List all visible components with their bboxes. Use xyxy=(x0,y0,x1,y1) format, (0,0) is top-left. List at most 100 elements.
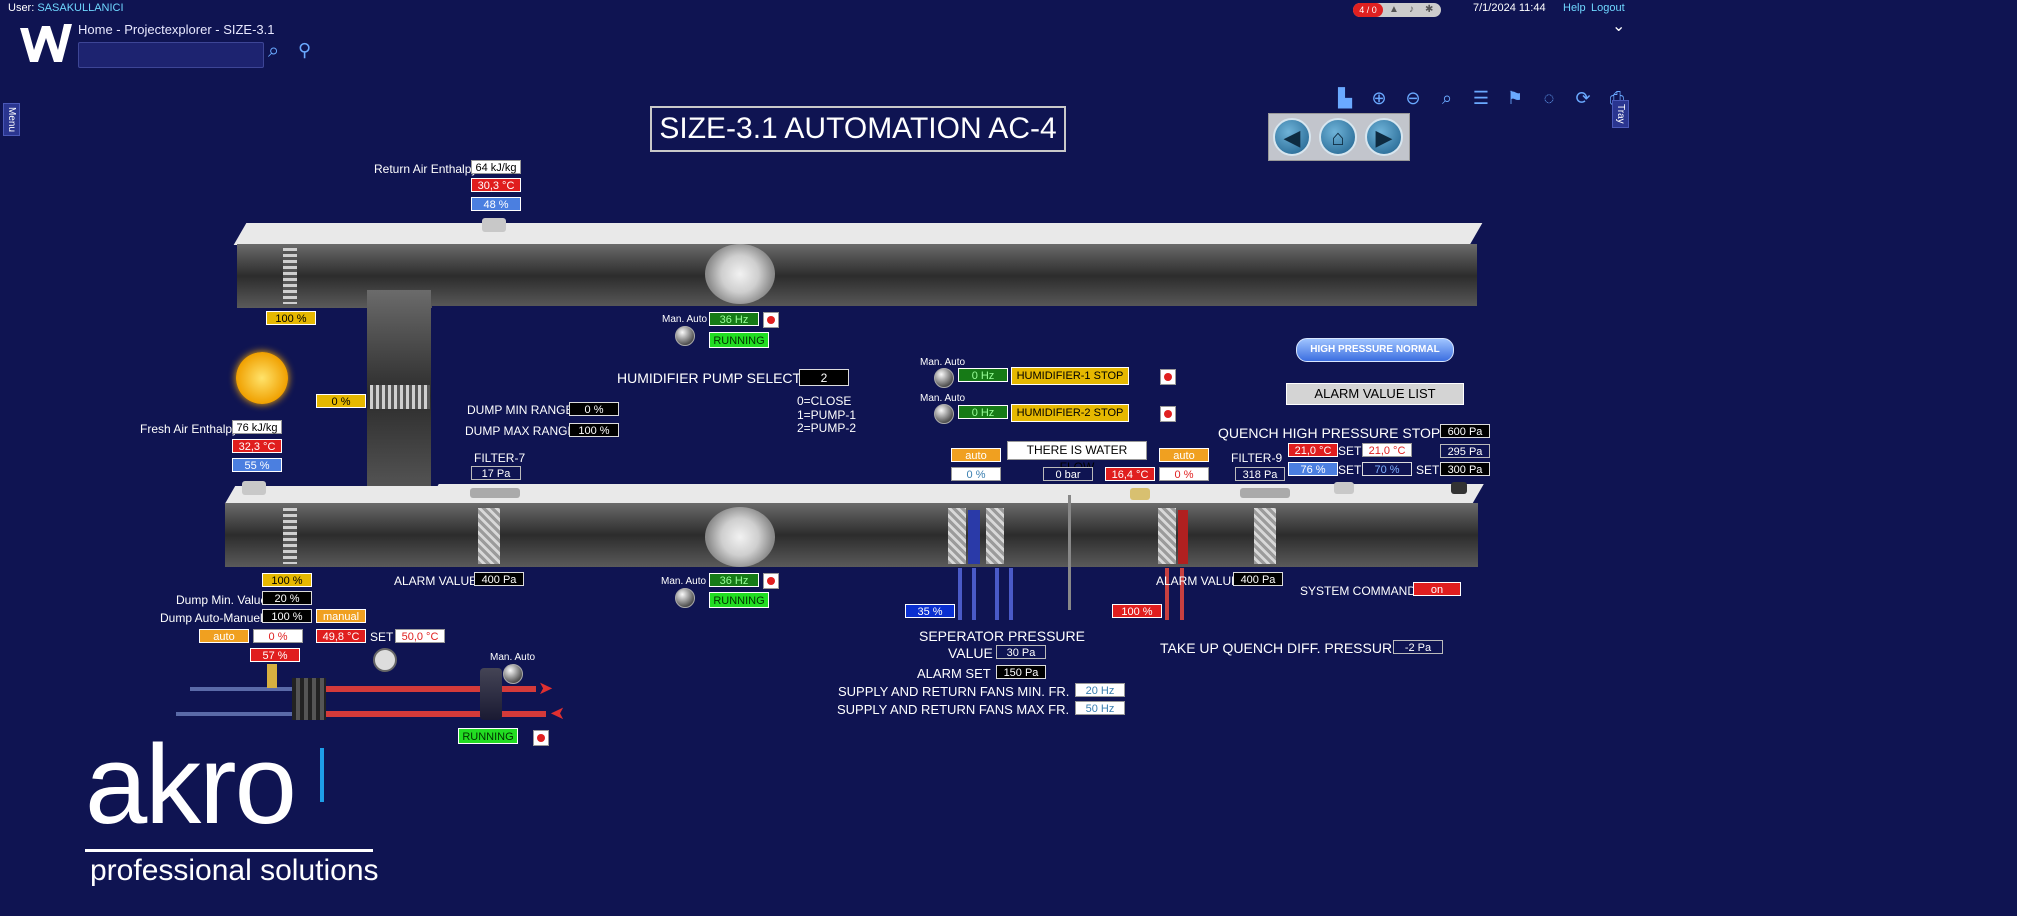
return-fan-status: RUNNING xyxy=(709,332,769,348)
supply-air-temp: 21,0 °C xyxy=(1288,443,1338,457)
fans-min-label: SUPPLY AND RETURN FANS MIN. FR. xyxy=(838,684,1070,699)
arrow-right-icon: ➤ xyxy=(538,678,554,698)
return-damper-icon xyxy=(283,248,297,304)
settings-icon: ✱ xyxy=(1425,4,1434,15)
help-link[interactable]: Help xyxy=(1563,2,1586,14)
home-icon[interactable]: ⌂ xyxy=(1319,118,1357,156)
dump-min-range[interactable]: 0 % xyxy=(569,402,619,416)
system-command-label: SYSTEM COMMAND xyxy=(1300,584,1417,598)
chart-icon[interactable]: ▙ xyxy=(1334,88,1356,108)
zoom-in-icon[interactable]: ⊕ xyxy=(1368,88,1390,108)
cooling-pipe-3 xyxy=(995,568,999,620)
cooling-valve[interactable]: 0 % xyxy=(951,467,1001,481)
pressure-sensor-icon xyxy=(1451,482,1467,494)
search-icon[interactable]: ⌕ xyxy=(268,40,279,63)
list-icon[interactable]: ☰ xyxy=(1470,88,1492,108)
heating-pipe-top-red xyxy=(326,686,536,692)
humidifier-2-man-auto-label: Man. Auto xyxy=(920,393,966,404)
return-fan-stop-button[interactable] xyxy=(763,312,779,328)
system-command-button[interactable]: on xyxy=(1413,582,1461,596)
alarm-value-list-button[interactable]: ALARM VALUE LIST xyxy=(1286,383,1464,405)
navigation-buttons: ◀ ⌂ ▶ xyxy=(1268,113,1410,161)
dump-min-value[interactable]: 20 % xyxy=(262,591,312,605)
filter-9-value: 318 Pa xyxy=(1235,467,1285,481)
dump-max-range[interactable]: 100 % xyxy=(569,423,619,437)
supply-humidity-set[interactable]: 70 % xyxy=(1362,462,1412,476)
zoom-out-icon[interactable]: ⊖ xyxy=(1402,88,1424,108)
supply-duct xyxy=(225,503,1478,567)
dump-auto-manuel[interactable]: 100 % xyxy=(262,609,312,623)
reheat-valve[interactable]: 0 % xyxy=(1159,467,1209,481)
bookmark-icon[interactable]: ⚑ xyxy=(1504,88,1526,108)
quench-value[interactable]: 600 Pa xyxy=(1440,424,1490,438)
supply-fan-selector-knob[interactable] xyxy=(675,588,695,608)
logout-link[interactable]: Logout xyxy=(1591,2,1625,14)
cooling-mode[interactable]: auto xyxy=(951,448,1001,462)
supply-temp-set[interactable]: 21,0 °C xyxy=(1362,443,1412,457)
heating-set[interactable]: 50,0 °C xyxy=(395,629,445,643)
humidifier-2-stop-button[interactable] xyxy=(1160,406,1176,422)
supply-sensor-icon xyxy=(1334,482,1354,494)
forward-arrow-icon[interactable]: ▶ xyxy=(1365,118,1403,156)
reheat-mode[interactable]: auto xyxy=(1159,448,1209,462)
return-air-enthalpy: 64 kJ/kg xyxy=(471,160,521,174)
cooling-coil-icon xyxy=(948,508,966,564)
dump-manual-toggle[interactable]: manual xyxy=(316,609,366,623)
return-fan-icon[interactable] xyxy=(705,244,775,304)
sun-icon xyxy=(236,352,288,404)
heating-pump-selector-knob[interactable] xyxy=(503,664,523,684)
coil-red-icon xyxy=(1178,510,1188,564)
alarm-counter[interactable]: 4 / 0 ▲ ♪ ✱ xyxy=(1353,3,1441,17)
water-flow-status: THERE IS WATER FLOW xyxy=(1007,441,1147,474)
app-logo[interactable] xyxy=(20,22,72,64)
humidifier-legend-1: 1=PUMP-1 xyxy=(797,408,857,422)
heating-pump-stop-button[interactable] xyxy=(533,730,549,746)
return-damper-value: 100 % xyxy=(266,311,316,325)
humidifier-1-stop-button[interactable] xyxy=(1160,369,1176,385)
filter-7-label: FILTER-7 xyxy=(474,451,526,465)
supply-pressure-set[interactable]: 300 Pa xyxy=(1440,462,1490,476)
menu-tab[interactable]: Menu xyxy=(3,103,20,137)
high-pressure-status: HIGH PRESSURE NORMAL xyxy=(1296,338,1454,362)
fans-max-label: SUPPLY AND RETURN FANS MAX FR. xyxy=(837,702,1070,717)
return-fan-selector-knob[interactable] xyxy=(675,326,695,346)
pressure-gauge-icon xyxy=(373,648,397,672)
separator-pressure-label: SEPERATOR PRESSURE xyxy=(919,628,1085,644)
mixing-damper-value: 0 % xyxy=(316,394,366,408)
humidifier-2-selector-knob[interactable] xyxy=(934,404,954,424)
humidifier-2-status: HUMIDIFIER-2 STOP xyxy=(1011,404,1129,422)
filter-9-alarm[interactable]: 400 Pa xyxy=(1233,572,1283,586)
return-fan-man-auto-label: Man. Auto xyxy=(662,314,708,325)
supply-fan-icon[interactable] xyxy=(705,507,775,567)
heating-valve[interactable]: 0 % xyxy=(253,629,303,643)
fans-max-value[interactable]: 50 Hz xyxy=(1075,701,1125,715)
separator-alarm-set[interactable]: 150 Pa xyxy=(996,665,1046,679)
filter-7-alarm[interactable]: 400 Pa xyxy=(474,572,524,586)
binoculars-icon[interactable]: ⚲ xyxy=(298,40,311,61)
chevron-down-icon[interactable]: ⌄ xyxy=(1612,16,1625,36)
search-input[interactable] xyxy=(78,42,264,68)
back-arrow-icon[interactable]: ◀ xyxy=(1273,118,1311,156)
valve-icon xyxy=(267,664,277,688)
heating-mode[interactable]: auto xyxy=(199,629,249,643)
refresh-icon[interactable]: ⟳ xyxy=(1572,88,1594,108)
quench-diff-value: -2 Pa xyxy=(1393,640,1443,654)
supply-fan-stop-button[interactable] xyxy=(763,573,779,589)
humidifier-pump-select[interactable]: 2 xyxy=(799,369,849,386)
filter-7-icon xyxy=(478,508,500,564)
supply-fan-hz: 36 Hz xyxy=(709,573,759,587)
separator-alarm-set-label: ALARM SET xyxy=(917,666,991,681)
cooling-pipe-1 xyxy=(958,568,962,620)
fans-min-value[interactable]: 20 Hz xyxy=(1075,683,1125,697)
tray-tab[interactable]: Tray xyxy=(1612,100,1629,128)
comment-icon[interactable]: ◌ xyxy=(1538,88,1560,108)
humidifier-pump-select-label: HUMIDIFIER PUMP SELECT xyxy=(617,370,802,386)
dump-min-range-label: DUMP MIN RANGE xyxy=(467,403,574,417)
fresh-sensor-icon xyxy=(242,481,266,495)
search-icon[interactable]: ⌕ xyxy=(1436,88,1458,108)
return-air-temp: 30,3 °C xyxy=(471,178,521,192)
heating-pump-icon xyxy=(480,668,502,720)
humidifier-1-selector-knob[interactable] xyxy=(934,368,954,388)
dump-min-value-label: Dump Min. Value xyxy=(176,593,268,607)
breadcrumb[interactable]: Home - Projectexplorer - SIZE-3.1 xyxy=(78,22,275,37)
